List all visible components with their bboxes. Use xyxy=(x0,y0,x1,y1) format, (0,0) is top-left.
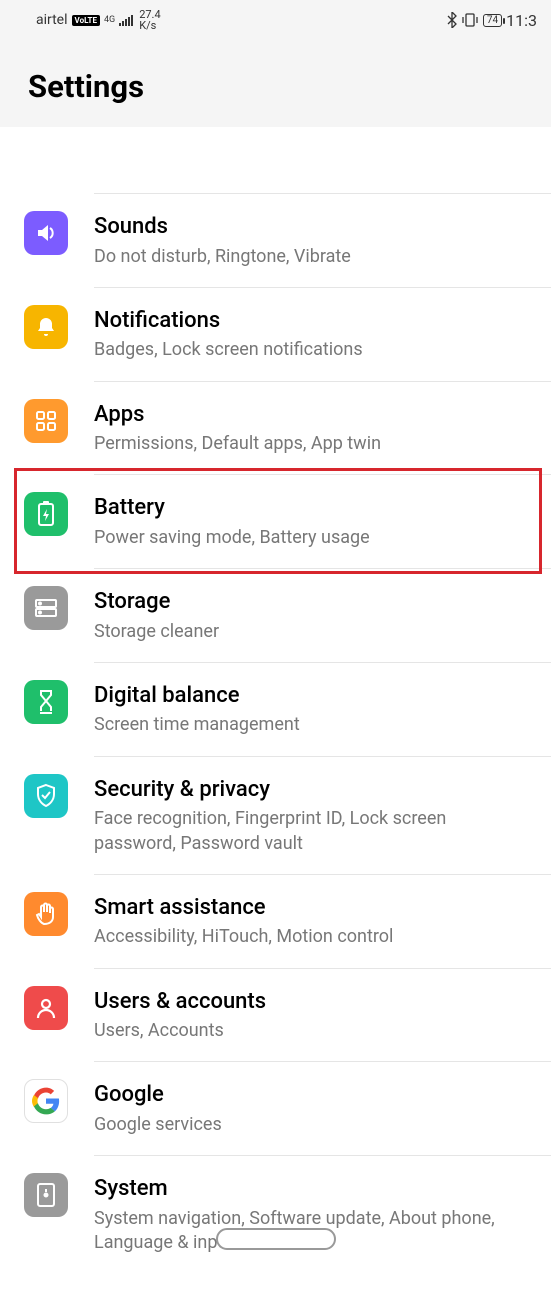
digital-balance-icon xyxy=(24,680,68,724)
list-item-partial[interactable] xyxy=(0,127,551,193)
item-title: Users & accounts xyxy=(94,988,531,1016)
nav-pill[interactable] xyxy=(216,1228,336,1250)
item-title: Google xyxy=(94,1081,531,1109)
settings-list[interactable]: Sounds Do not disturb, Ringtone, Vibrate… xyxy=(0,127,551,1273)
list-item-system[interactable]: System System navigation, Software updat… xyxy=(0,1155,551,1273)
item-sub: Storage cleaner xyxy=(94,620,531,644)
list-item-battery[interactable]: Battery Power saving mode, Battery usage xyxy=(0,474,551,568)
item-title: Sounds xyxy=(94,213,531,241)
item-sub: Permissions, Default apps, App twin xyxy=(94,432,531,456)
list-item-google[interactable]: Google Google services xyxy=(0,1061,551,1155)
battery-icon xyxy=(24,492,68,536)
item-sub: Google services xyxy=(94,1113,531,1137)
net-speed: 27.4 K/s xyxy=(139,9,160,31)
item-title: System xyxy=(94,1175,531,1203)
signal-icon xyxy=(119,14,135,26)
item-sub: Do not disturb, Ringtone, Vibrate xyxy=(94,245,531,269)
item-sub: Accessibility, HiTouch, Motion control xyxy=(94,925,531,949)
carrier-label: airtel xyxy=(36,12,68,28)
shield-icon xyxy=(24,774,68,818)
item-sub: Screen time management xyxy=(94,713,531,737)
status-left: airtel VoLTE 4G 27.4 K/s xyxy=(36,9,161,31)
item-title: Notifications xyxy=(94,307,531,335)
list-item-notifications[interactable]: Notifications Badges, Lock screen notifi… xyxy=(0,287,551,381)
item-sub: Face recognition, Fingerprint ID, Lock s… xyxy=(94,807,531,856)
item-title: Security & privacy xyxy=(94,776,531,804)
clock: 11:3 xyxy=(506,11,537,30)
hand-icon xyxy=(24,892,68,936)
apps-icon xyxy=(24,399,68,443)
volte-badge: VoLTE xyxy=(72,15,100,26)
list-item-users-accounts[interactable]: Users & accounts Users, Accounts xyxy=(0,968,551,1062)
item-title: Smart assistance xyxy=(94,894,531,922)
item-sub: Power saving mode, Battery usage xyxy=(94,526,531,550)
item-title: Storage xyxy=(94,588,531,616)
item-title: Apps xyxy=(94,401,531,429)
status-right: 74 11:3 xyxy=(447,11,537,30)
list-item-sounds[interactable]: Sounds Do not disturb, Ringtone, Vibrate xyxy=(0,193,551,287)
page-title: Settings xyxy=(28,68,523,105)
sounds-icon xyxy=(24,211,68,255)
list-item-smart-assistance[interactable]: Smart assistance Accessibility, HiTouch,… xyxy=(0,874,551,968)
vibrate-icon xyxy=(461,12,479,28)
item-title: Digital balance xyxy=(94,682,531,710)
list-item-storage[interactable]: Storage Storage cleaner xyxy=(0,568,551,662)
item-sub: Users, Accounts xyxy=(94,1019,531,1043)
network-type: 4G xyxy=(104,16,115,25)
list-item-apps[interactable]: Apps Permissions, Default apps, App twin xyxy=(0,381,551,475)
bluetooth-icon xyxy=(447,12,457,28)
system-icon xyxy=(24,1173,68,1217)
item-title: Battery xyxy=(94,494,531,522)
page-header: Settings xyxy=(0,40,551,127)
battery-icon: 74 xyxy=(483,14,502,27)
notifications-icon xyxy=(24,305,68,349)
status-bar: airtel VoLTE 4G 27.4 K/s 74 11:3 xyxy=(0,0,551,40)
google-icon xyxy=(24,1079,68,1123)
user-icon xyxy=(24,986,68,1030)
item-sub: Badges, Lock screen notifications xyxy=(94,338,531,362)
list-item-digital-balance[interactable]: Digital balance Screen time management xyxy=(0,662,551,756)
storage-icon xyxy=(24,586,68,630)
list-item-security[interactable]: Security & privacy Face recognition, Fin… xyxy=(0,756,551,874)
